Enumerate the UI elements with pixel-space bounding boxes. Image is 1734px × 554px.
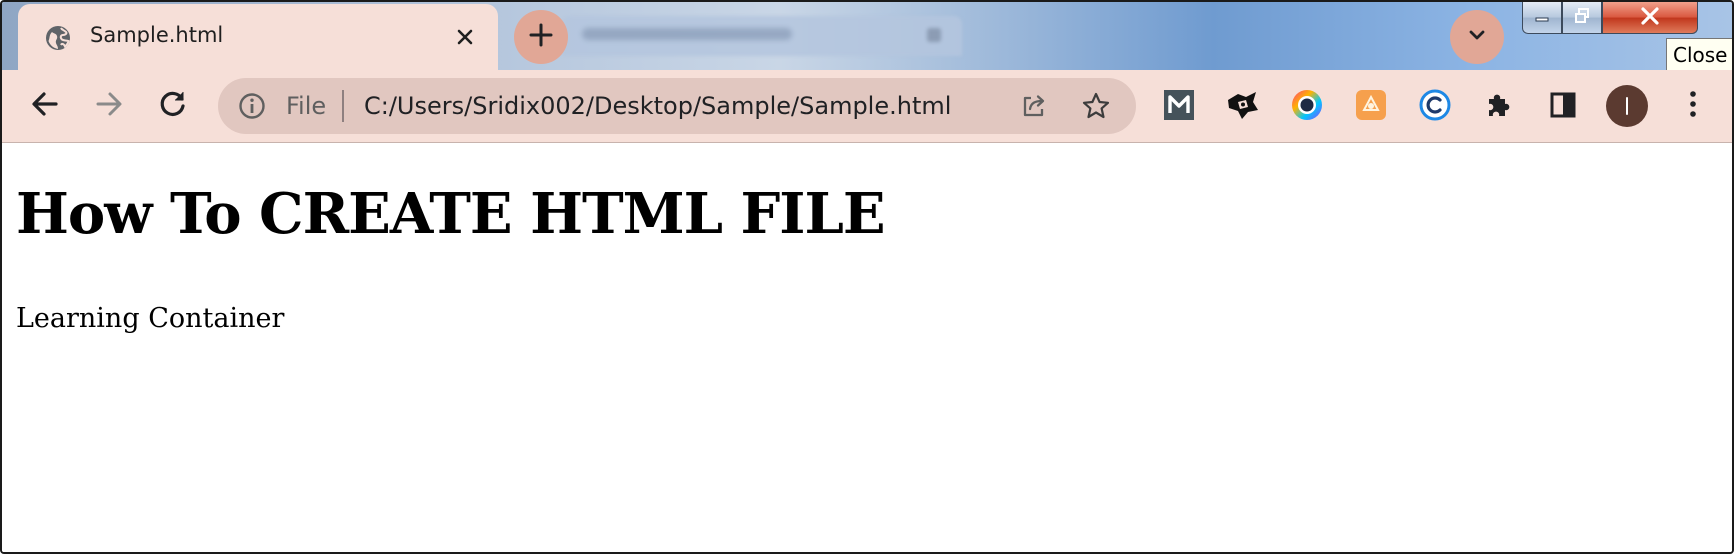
omnibox-divider [342,90,344,122]
minimize-button[interactable] [1522,2,1562,34]
scheme-label: File [286,92,327,120]
colorpick-extension-icon[interactable] [1290,88,1324,122]
tab-active[interactable]: Sample.html [18,4,498,70]
page-heading: How To CREATE HTML FILE [16,181,886,247]
share-icon[interactable] [1018,90,1050,122]
window-close-button[interactable] [1602,2,1698,34]
info-icon[interactable] [238,92,266,120]
star-icon[interactable] [1080,90,1112,122]
minimize-icon [1534,8,1550,28]
address-bar[interactable]: File C:/Users/Sridix002/Desktop/Sample/S… [218,78,1136,134]
background-tab[interactable] [562,16,962,56]
arrow-left-icon [29,88,61,124]
tab-strip: Sample.html [2,2,1732,70]
chevron-down-icon [1466,24,1488,50]
restore-icon [1574,7,1590,28]
forward-button[interactable] [90,87,128,125]
background-tab-title [582,28,792,40]
kebab-menu-icon [1688,89,1698,123]
background-tab-close-icon[interactable] [927,28,941,42]
reload-button[interactable] [154,87,192,125]
url-text[interactable]: C:/Users/Sridix002/Desktop/Sample/Sample… [364,92,951,120]
side-panel-icon[interactable] [1546,88,1580,122]
page-content: How To CREATE HTML FILE Learning Contain… [2,143,1732,552]
close-icon [1639,6,1661,29]
m-extension-icon[interactable] [1162,88,1196,122]
avatar[interactable] [1606,85,1648,127]
tab-search-button[interactable] [1450,10,1504,64]
menu-button[interactable] [1674,87,1712,125]
puzzle-icon[interactable] [1482,88,1516,122]
back-button[interactable] [26,87,64,125]
orange-extension-icon[interactable] [1354,88,1388,122]
avatar-icon [1626,97,1628,115]
close-tooltip: Close [1666,38,1732,72]
reload-icon [157,88,189,124]
browser-window: Sample.html Close File C:/Users/Sridix00… [0,0,1734,554]
restore-button[interactable] [1562,2,1602,34]
close-icon[interactable] [450,22,480,52]
copyright-extension-icon[interactable] [1418,88,1452,122]
tab-title: Sample.html [90,23,224,47]
arrow-right-icon [93,88,125,124]
window-controls [1522,2,1732,36]
toolbar: File C:/Users/Sridix002/Desktop/Sample/S… [2,70,1732,143]
page-paragraph: Learning Container [16,303,285,334]
new-tab-button[interactable] [514,10,568,64]
plus-icon [528,22,554,52]
dark-extension-icon[interactable] [1226,88,1260,122]
globe-icon [44,24,72,52]
